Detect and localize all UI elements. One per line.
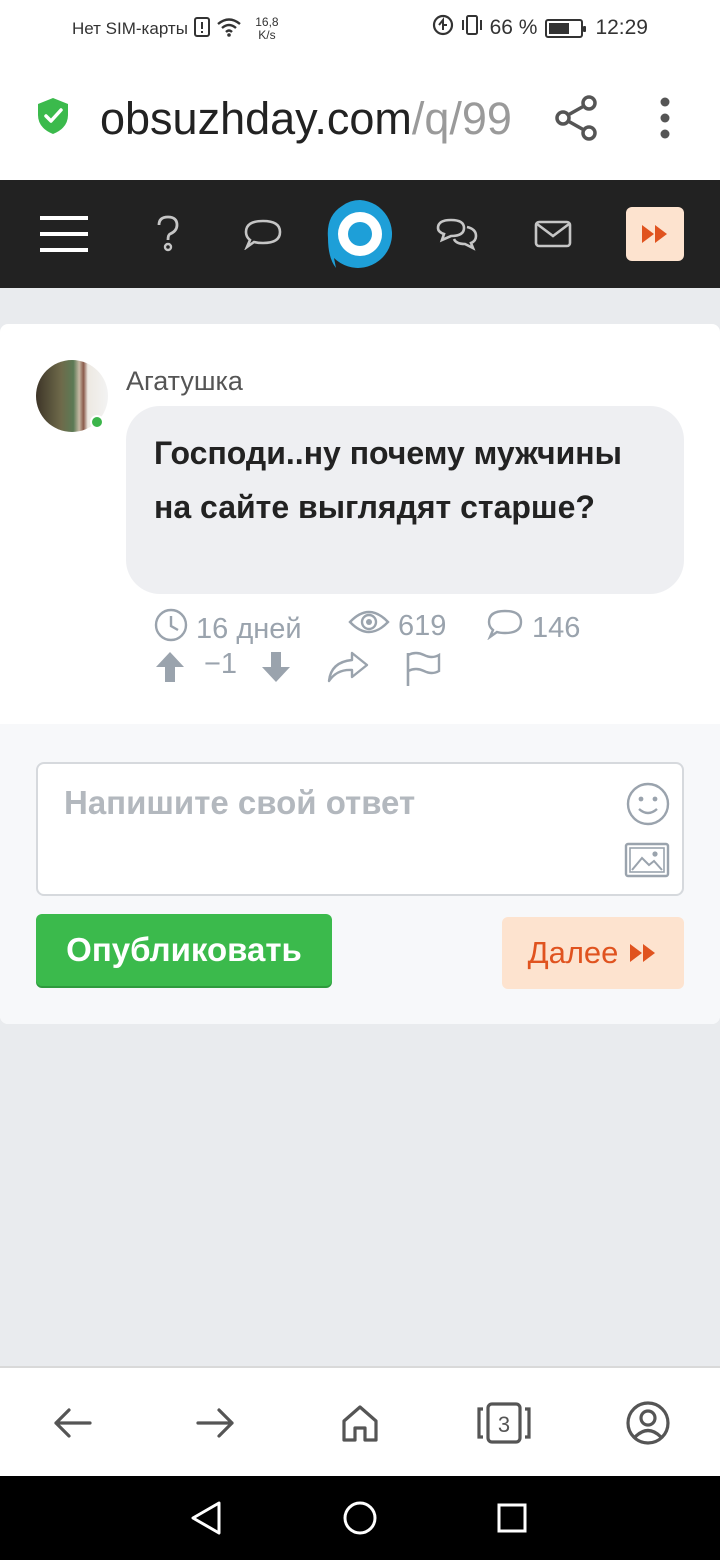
answers-count[interactable]: 146 (486, 608, 580, 648)
url-domain: obsuzhday.com (100, 93, 412, 144)
status-right: 66 % 12:29 (432, 14, 648, 42)
upvote-arrow-icon[interactable] (154, 650, 186, 684)
next-button[interactable]: Далее (502, 917, 684, 989)
status-left: Нет SIM-карты 16,8 K/s (72, 16, 282, 42)
system-back-icon[interactable] (166, 1476, 246, 1560)
question-age: 16 дней (154, 608, 302, 650)
clock-icon (154, 608, 188, 650)
wifi-icon (216, 17, 242, 42)
battery-percent: 66 % (489, 16, 538, 39)
publish-button[interactable]: Опубликовать (36, 914, 332, 986)
downvote-arrow-icon[interactable] (260, 650, 292, 684)
flag-icon[interactable] (404, 650, 442, 688)
menu-icon[interactable] (40, 180, 88, 288)
comment-count-icon (486, 608, 524, 648)
battery-fill (549, 22, 570, 34)
share-arrow-icon[interactable] (326, 650, 370, 684)
speed-unit: K/s (258, 28, 276, 42)
back-arrow-icon[interactable] (32, 1368, 112, 1478)
question-card: Агатушка Господи..ну почему мужчины на с… (0, 324, 720, 1024)
image-upload-icon[interactable] (624, 842, 670, 883)
vote-count: −1 (204, 648, 238, 680)
answers-text: 146 (532, 611, 581, 644)
system-nav-bar (0, 1476, 720, 1560)
online-status-icon (90, 415, 104, 429)
mail-icon[interactable] (532, 180, 574, 288)
question-icon[interactable] (148, 180, 188, 288)
system-recents-icon[interactable] (472, 1476, 552, 1560)
home-icon[interactable] (320, 1368, 400, 1478)
speed-value: 16,8 (255, 15, 279, 29)
next-icon[interactable] (626, 207, 684, 261)
address-field[interactable]: obsuzhday.com/q/99 (100, 93, 534, 145)
age-text: 16 дней (196, 612, 302, 645)
answer-form: Напишите свой ответ Опубликовать Далее (0, 724, 720, 1024)
eye-icon (348, 608, 390, 644)
double-arrow-icon (630, 944, 656, 962)
question-text: Господи..ну почему мужчины на сайте выгл… (154, 435, 622, 525)
vibrate-icon (460, 14, 484, 42)
browser-bottom-bar: 3 (0, 1366, 720, 1476)
next-button-label: Далее (527, 935, 619, 970)
share-icon[interactable] (554, 94, 600, 142)
status-bar: Нет SIM-карты 16,8 K/s 66 % 12:29 (0, 0, 720, 56)
more-vertical-icon[interactable] (652, 96, 678, 140)
secure-shield-icon[interactable] (36, 96, 70, 141)
discussions-icon[interactable] (434, 180, 480, 288)
carrier-label: Нет SIM-карты (72, 19, 188, 38)
tabs-icon[interactable]: 3 (464, 1368, 544, 1478)
system-home-icon[interactable] (320, 1476, 400, 1560)
question-bubble[interactable]: Господи..ну почему мужчины на сайте выгл… (126, 406, 684, 594)
views-count: 619 (348, 608, 446, 644)
browser-url-bar: obsuzhday.com/q/99 (0, 56, 720, 180)
emoji-icon[interactable] (626, 782, 670, 831)
profile-icon[interactable] (608, 1368, 688, 1478)
battery-icon (545, 18, 587, 38)
clock: 12:29 (595, 16, 648, 39)
forward-arrow-icon[interactable] (176, 1368, 256, 1478)
data-saver-icon (432, 14, 454, 42)
site-logo[interactable] (324, 198, 396, 270)
author-name[interactable]: Агатушка (126, 366, 243, 397)
views-text: 619 (398, 609, 447, 642)
tab-count: 3 (498, 1412, 510, 1437)
answer-input[interactable]: Напишите свой ответ (36, 762, 684, 896)
sim-alert-icon (193, 16, 210, 42)
network-speed: 16,8 K/s (252, 16, 282, 42)
comment-icon[interactable] (240, 180, 286, 288)
answer-placeholder: Напишите свой ответ (64, 784, 416, 821)
url-path: /q/99 (411, 93, 512, 144)
